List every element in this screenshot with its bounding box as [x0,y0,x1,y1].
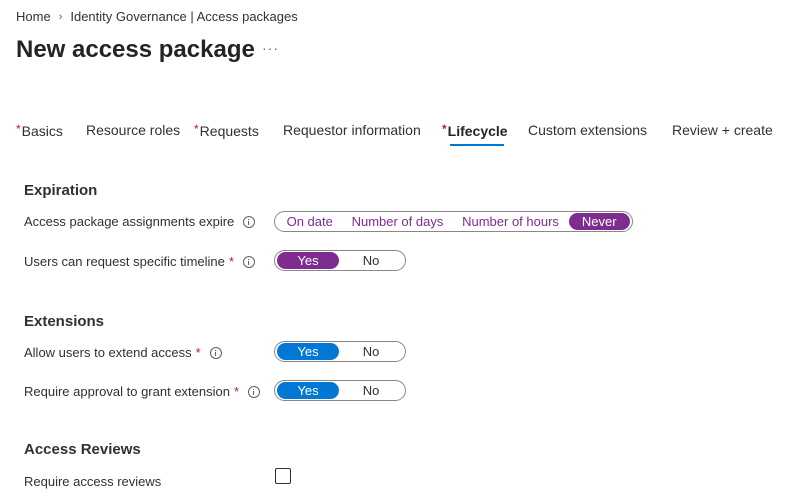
require-access-reviews-label: Require access reviews [24,474,162,489]
required-marker: * [442,122,447,136]
specific-timeline-label-text: Users can request specific timeline [24,254,225,269]
tab-review-create[interactable]: Review + create [672,122,773,138]
tab-label: Requestor information [283,122,421,138]
extend-access-toggle: Yes No [274,341,406,362]
tab-requests[interactable]: *Requests [194,122,259,139]
breadcrumb-access-packages-link[interactable]: Identity Governance | Access packages [70,9,297,24]
approval-extension-label-text: Require approval to grant extension [24,384,230,399]
approval-extension-label: Require approval to grant extension * [24,384,261,399]
option-number-of-days[interactable]: Number of days [342,213,452,230]
tab-label: Requests [199,123,259,139]
option-yes[interactable]: Yes [277,343,339,360]
specific-timeline-toggle: Yes No [274,250,406,271]
required-marker: * [16,122,21,136]
info-icon[interactable] [248,385,261,398]
assignments-expire-selector: On date Number of days Number of hours N… [274,211,633,232]
tab-basics[interactable]: *Basics [16,122,63,139]
active-tab-indicator [450,144,504,146]
option-never[interactable]: Never [568,213,630,230]
tab-lifecycle[interactable]: *Lifecycle [442,122,508,139]
option-on-date[interactable]: On date [277,213,342,230]
breadcrumb-separator: › [58,10,63,23]
tab-label: Basics [21,123,63,139]
required-marker: * [195,345,201,360]
required-marker: * [228,254,234,269]
expiration-section-title: Expiration [24,182,98,199]
option-yes[interactable]: Yes [277,382,339,399]
approval-extension-toggle: Yes No [274,380,406,401]
extend-access-label-text: Allow users to extend access [24,345,192,360]
tab-custom-extensions[interactable]: Custom extensions [528,122,647,138]
tab-label: Review + create [672,122,773,138]
required-marker: * [233,384,240,399]
extensions-section-title: Extensions [24,313,105,330]
access-reviews-section-title: Access Reviews [24,441,141,458]
tab-resource-roles[interactable]: Resource roles [86,122,180,138]
breadcrumb-home-link[interactable]: Home [16,9,51,24]
require-access-reviews-checkbox[interactable] [275,468,291,484]
option-yes[interactable]: Yes [277,252,339,269]
tab-label: Custom extensions [528,122,648,138]
assignments-expire-label: Access package assignments expire [24,214,256,229]
option-number-of-hours[interactable]: Number of hours [453,213,569,230]
option-no[interactable]: No [339,343,403,360]
tab-requestor-information[interactable]: Requestor information [283,122,421,138]
more-options-icon[interactable]: ··· [262,40,279,56]
option-no[interactable]: No [339,382,403,399]
info-icon[interactable] [209,346,222,359]
info-icon[interactable] [242,255,255,268]
specific-timeline-label: Users can request specific timeline * [24,254,255,269]
tab-label: Lifecycle [447,123,508,139]
breadcrumb: Home › Identity Governance | Access pack… [16,9,298,24]
extend-access-label: Allow users to extend access * [24,345,222,360]
tab-label: Resource roles [86,122,181,138]
wizard-tabs: *Basics Resource roles *Requests Request… [0,118,790,150]
info-icon[interactable] [243,215,256,228]
option-no[interactable]: No [339,252,403,269]
assignments-expire-label-text: Access package assignments expire [24,214,235,229]
page-title: New access package [16,36,255,63]
required-marker: * [194,122,199,136]
